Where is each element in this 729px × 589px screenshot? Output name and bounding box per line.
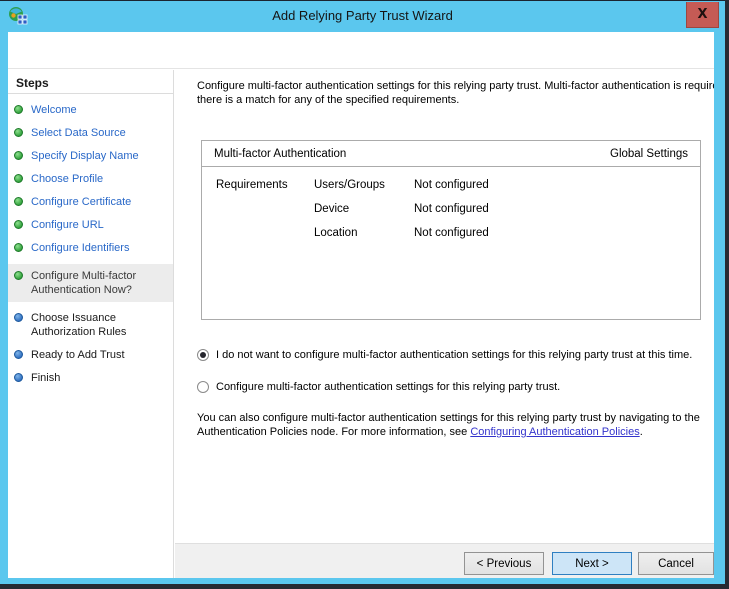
green-dot-icon bbox=[14, 105, 23, 114]
window-title: Add Relying Party Trust Wizard bbox=[272, 8, 453, 23]
step-item-choose-profile: Choose Profile bbox=[8, 172, 173, 186]
mfa-row-users-groups: Requirements Users/Groups Not configured bbox=[216, 179, 489, 191]
radio-option-configure-mfa[interactable]: Configure multi-factor authentication se… bbox=[197, 381, 560, 393]
step-item-choose-issuance-rules: Choose Issuance Authorization Rules bbox=[8, 311, 173, 339]
intro-text: Configure multi-factor authentication se… bbox=[197, 80, 714, 106]
global-settings-label: Global Settings bbox=[610, 147, 688, 160]
screen: Add Relying Party Trust Wizard X Steps W… bbox=[0, 0, 729, 589]
wizard-body: Steps Welcome Select Data Source Specify… bbox=[8, 32, 714, 578]
wizard-button-bar: < Previous Next > Cancel bbox=[175, 543, 714, 578]
green-dot-icon bbox=[14, 220, 23, 229]
wizard-header-band bbox=[8, 32, 714, 69]
next-button[interactable]: Next > bbox=[552, 552, 632, 575]
steps-list: Welcome Select Data Source Specify Displ… bbox=[8, 103, 173, 385]
title-bar: Add Relying Party Trust Wizard X bbox=[0, 2, 725, 32]
wizard-window: Add Relying Party Trust Wizard X Steps W… bbox=[0, 0, 725, 584]
configuring-authentication-policies-link[interactable]: Configuring Authentication Policies bbox=[470, 426, 639, 438]
blue-dot-icon bbox=[14, 350, 23, 359]
step-item-configure-certificate: Configure Certificate bbox=[8, 195, 173, 209]
close-button[interactable]: X bbox=[686, 2, 719, 28]
green-dot-icon bbox=[14, 151, 23, 160]
step-item-finish: Finish bbox=[8, 371, 173, 385]
mfa-panel-header: Multi-factor Authentication Global Setti… bbox=[202, 141, 700, 167]
step-item-specify-display-name: Specify Display Name bbox=[8, 149, 173, 163]
steps-heading: Steps bbox=[8, 70, 173, 94]
step-item-ready-to-add-trust: Ready to Add Trust bbox=[8, 348, 173, 362]
mfa-panel-title: Multi-factor Authentication bbox=[214, 147, 347, 160]
cancel-button[interactable]: Cancel bbox=[638, 552, 714, 575]
blue-dot-icon bbox=[14, 373, 23, 382]
green-dot-icon bbox=[14, 197, 23, 206]
step-item-configure-identifiers: Configure Identifiers bbox=[8, 241, 173, 255]
radio-unselected-icon[interactable] bbox=[197, 381, 209, 393]
green-dot-icon bbox=[14, 243, 23, 252]
green-dot-icon bbox=[14, 271, 23, 280]
green-dot-icon bbox=[14, 174, 23, 183]
mfa-row-location: Location Not configured bbox=[314, 227, 489, 239]
step-item-configure-mfa-current: Configure Multi-factor Authentication No… bbox=[8, 264, 173, 302]
step-item-configure-url: Configure URL bbox=[8, 218, 173, 232]
mfa-row-device: Device Not configured bbox=[314, 203, 489, 215]
previous-button[interactable]: < Previous bbox=[464, 552, 544, 575]
radio-selected-icon[interactable] bbox=[197, 349, 209, 361]
step-item-select-data-source: Select Data Source bbox=[8, 126, 173, 140]
steps-sidebar: Steps Welcome Select Data Source Specify… bbox=[8, 70, 174, 578]
green-dot-icon bbox=[14, 128, 23, 137]
blue-dot-icon bbox=[14, 313, 23, 322]
mfa-settings-panel: Multi-factor Authentication Global Setti… bbox=[201, 140, 701, 320]
close-icon: X bbox=[697, 6, 708, 22]
footnote-text: You can also configure multi-factor auth… bbox=[197, 412, 700, 438]
step-content: Configure multi-factor authentication se… bbox=[175, 70, 714, 543]
radio-option-skip-mfa[interactable]: I do not want to configure multi-factor … bbox=[197, 349, 692, 361]
step-item-welcome: Welcome bbox=[8, 103, 173, 117]
